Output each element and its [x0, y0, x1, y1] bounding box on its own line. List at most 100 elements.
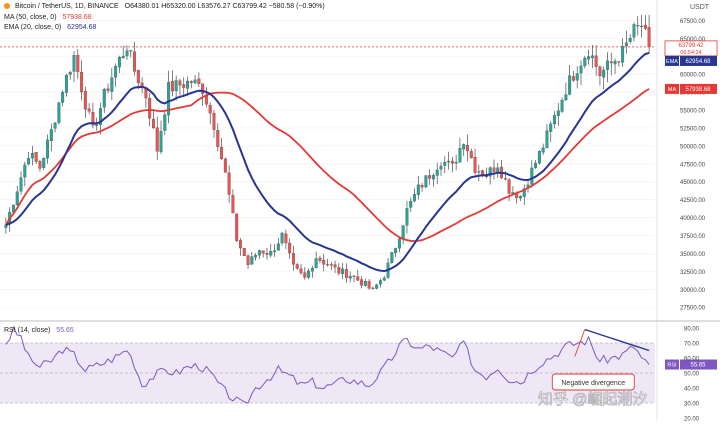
candle-body	[356, 276, 360, 281]
candle-body	[27, 158, 31, 165]
candle-body	[643, 24, 647, 29]
ma-tag-name: MA	[668, 87, 677, 93]
candle-body	[178, 80, 182, 86]
price-tick-label: 42500.00	[680, 198, 706, 204]
ma-legend-label: MA (50, close, 0)	[4, 14, 57, 21]
candle-body	[409, 201, 413, 208]
candle-body	[628, 38, 632, 42]
candle-body	[621, 46, 625, 63]
candle-body	[155, 127, 159, 152]
candle-body	[87, 108, 91, 112]
price-tick-label: 37500.00	[680, 234, 706, 240]
candle-body	[583, 57, 587, 67]
candle-body	[220, 146, 224, 160]
candle-body	[348, 275, 352, 279]
candle-body	[462, 144, 466, 150]
candle-body	[46, 139, 49, 159]
price-tick-label: 40000.00	[680, 216, 706, 222]
last-price-label: 63799.42	[678, 43, 704, 49]
price-tick-label: 60000.00	[680, 73, 706, 79]
candle-body	[125, 50, 129, 57]
candle-body	[454, 161, 458, 164]
candle-body	[518, 196, 522, 199]
candle-body	[341, 268, 345, 275]
candle-body	[276, 243, 280, 251]
ema-tag-value: 62954.68	[685, 59, 711, 65]
legend-ema[interactable]: EMA (20, close, 0) 62954.68	[4, 24, 96, 31]
candle-body	[193, 79, 197, 84]
candle-body	[273, 250, 277, 253]
candle-body	[239, 240, 242, 249]
candle-body	[390, 252, 394, 263]
rsi-tick-label: 40.00	[684, 387, 700, 393]
candle-body	[624, 42, 628, 46]
candle-body	[57, 102, 61, 123]
candle-body	[227, 172, 231, 195]
candle-body	[318, 257, 322, 261]
candle-body	[114, 66, 118, 78]
candle-body	[469, 151, 473, 159]
legend-symbol: Bitcoin / TetherUS, 1D, BINANCE O64380.0…	[4, 3, 325, 10]
candle-body	[553, 115, 556, 125]
candle-body	[174, 80, 178, 92]
candle-body	[314, 258, 318, 269]
candle-body	[49, 129, 53, 142]
candle-body	[83, 90, 87, 110]
candle-body	[416, 184, 420, 195]
watermark: 知乎 @崛起潮汐	[538, 391, 647, 408]
candle-body	[568, 75, 572, 95]
candle-body	[280, 232, 284, 244]
rsi-tag-value: 55.65	[690, 363, 706, 369]
candle-body	[458, 148, 462, 163]
candle-body	[61, 92, 65, 103]
candle-body	[647, 26, 651, 48]
candle-body	[299, 268, 303, 274]
candle-body	[310, 268, 314, 272]
candle-body	[250, 256, 254, 265]
candle-body	[68, 72, 72, 75]
candle-body	[507, 179, 511, 194]
candle-body	[246, 255, 250, 265]
candle-body	[216, 130, 220, 147]
candle-body	[333, 264, 337, 268]
price-tick-label: 67500.00	[680, 19, 706, 25]
candle-body	[394, 248, 398, 253]
candle-body	[636, 25, 640, 27]
candle-body	[598, 66, 602, 77]
candle-body	[477, 171, 481, 173]
price-tick-label: 52500.00	[680, 126, 706, 132]
ma-tag-value: 57938.68	[685, 87, 711, 93]
symbol-title: Bitcoin / TetherUS, 1D, BINANCE	[14, 3, 119, 10]
candle-body	[212, 112, 216, 130]
ohlc-values: O64380.01 H65320.00 L63576.27 C63799.42 …	[124, 3, 325, 10]
candle-body	[80, 71, 84, 93]
rsi-tag-name: RSI	[667, 363, 677, 369]
candle-body	[587, 56, 591, 60]
candle-body	[640, 25, 644, 28]
ma-legend-value: 57938.68	[62, 14, 92, 21]
price-tick-label: 27500.00	[680, 306, 706, 312]
legend-ma[interactable]: MA (50, close, 0) 57938.68	[4, 14, 92, 21]
candle-body	[64, 75, 68, 93]
candle-body	[231, 195, 235, 214]
rsi-tick-label: 80.00	[684, 327, 700, 333]
chart-canvas[interactable]: RSI55.65 67500.0065000.0062500.0060000.0…	[0, 0, 720, 431]
candle-body	[541, 147, 545, 153]
candle-body	[420, 184, 424, 188]
candle-body	[15, 191, 19, 206]
legend-rsi[interactable]: RSI (14, close) 55.65	[4, 327, 74, 334]
price-tick-label: 47500.00	[680, 162, 706, 168]
rsi-tick-label: 30.00	[684, 402, 700, 408]
candle-body	[201, 83, 205, 94]
candle-body	[136, 70, 140, 84]
price-tick-label: 32500.00	[680, 270, 706, 276]
candle-body	[322, 259, 326, 265]
candle-body	[189, 81, 193, 83]
annotation-label: Negative divergence	[561, 380, 625, 387]
candle-body	[575, 73, 579, 81]
candle-body	[405, 208, 409, 226]
candle-body	[34, 152, 38, 162]
price-tick-label: 35000.00	[680, 252, 706, 258]
candle-body	[443, 162, 447, 166]
candle-body	[360, 279, 364, 286]
